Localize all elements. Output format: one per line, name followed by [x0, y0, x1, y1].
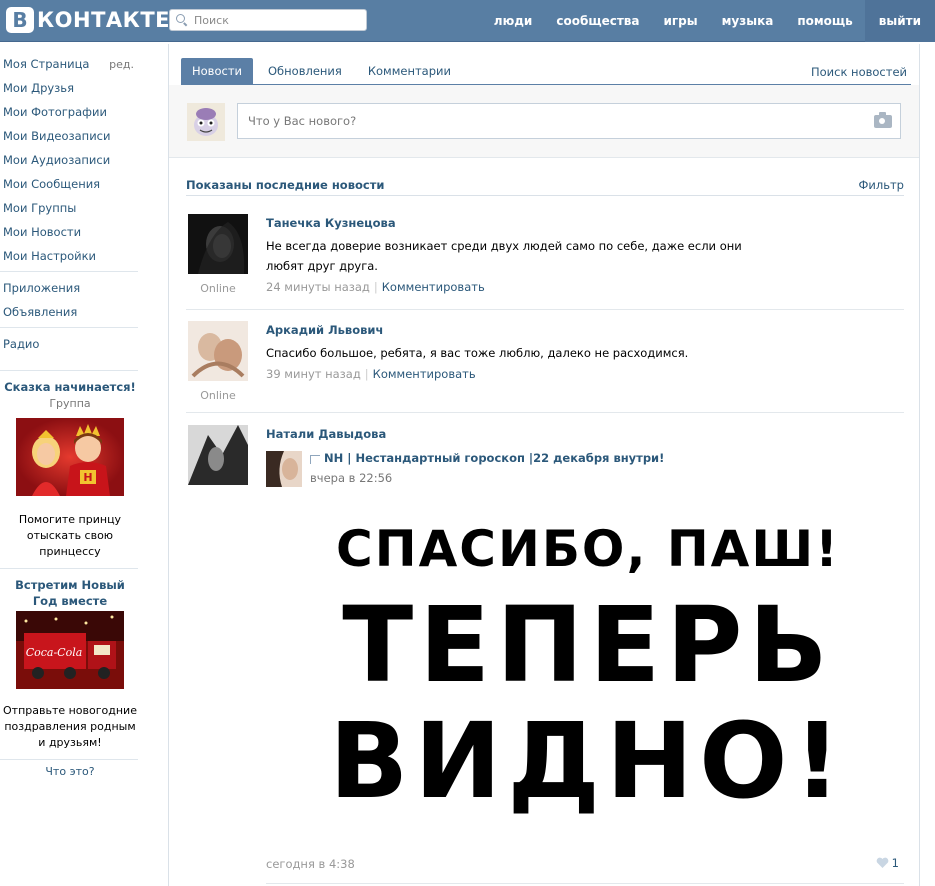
post-divider: [186, 309, 904, 310]
ad-block-newyear[interactable]: Встретим Новый Год вместе Coca-Cola Отпр…: [0, 577, 140, 751]
repost-time[interactable]: вчера в 22:56: [310, 471, 664, 485]
avatar[interactable]: [188, 321, 248, 381]
news-search-link[interactable]: Поиск новостей: [811, 65, 907, 79]
image-line: ТЕПЕРЬ: [342, 584, 834, 706]
feed-post: Online Танечка Кузнецова Не всегда довер…: [188, 214, 904, 314]
feed-post: Натали Давыдова NH | Нестандартный горос…: [188, 425, 904, 865]
menu-audio[interactable]: Мои Аудиозаписи: [0, 148, 140, 172]
nav-help[interactable]: помощь: [785, 0, 864, 42]
feed-header: Показаны последние новости Фильтр: [186, 178, 904, 196]
logout-button[interactable]: выйти: [864, 0, 935, 42]
nav-people[interactable]: люди: [482, 0, 545, 42]
post-author[interactable]: Натали Давыдова: [266, 427, 386, 441]
ad-text[interactable]: Помогите принцу отыскать свою принцессу: [0, 512, 140, 560]
menu-divider: [0, 327, 138, 328]
repost-title[interactable]: NH | Нестандартный гороскоп |22 декабря …: [310, 451, 664, 465]
ad-subtitle: Группа: [49, 397, 91, 410]
left-menu: Моя Страница ред. Мои Друзья Мои Фотогра…: [0, 52, 140, 780]
feed-title: Показаны последние новости: [186, 178, 385, 192]
menu-apps[interactable]: Приложения: [0, 276, 140, 300]
search-box[interactable]: [169, 9, 367, 31]
repost-arrow-icon: [310, 454, 320, 464]
like-button[interactable]: 1: [876, 856, 899, 870]
status-input[interactable]: Что у Вас нового?: [237, 103, 901, 139]
post-author[interactable]: Аркадий Львович: [266, 323, 383, 337]
ad-title[interactable]: Сказка начинается!: [0, 379, 140, 395]
repost-thumbnail[interactable]: [266, 451, 302, 487]
feed-tabs: Новости Обновления Комментарии: [181, 58, 466, 84]
top-nav: люди сообщества игры музыка помощь выйти: [482, 0, 935, 42]
vk-logo-text: КОНТАКТЕ: [37, 8, 171, 32]
repost-body: NH | Нестандартный гороскоп |22 декабря …: [310, 451, 664, 487]
ad-block-fairytale[interactable]: Сказка начинается! Группа H Помогите при…: [0, 379, 140, 560]
post-meta: 39 минут назад | Комментировать: [266, 367, 476, 381]
ad-text[interactable]: Отправьте новогодние поздравления родным…: [0, 703, 140, 751]
menu-divider: [0, 759, 138, 760]
menu-divider: [0, 568, 138, 569]
menu-messages[interactable]: Мои Сообщения: [0, 172, 140, 196]
meta-separator: |: [373, 280, 378, 294]
menu-groups[interactable]: Мои Группы: [0, 196, 140, 220]
vk-logo-letter: В: [6, 7, 34, 33]
search-icon: [176, 14, 188, 26]
menu-divider: [0, 271, 138, 272]
online-status: Online: [200, 389, 236, 402]
menu-news[interactable]: Мои Новости: [0, 220, 140, 244]
top-header: В КОНТАКТЕ люди сообщества игры музыка п…: [0, 0, 935, 42]
menu-settings[interactable]: Мои Настройки: [0, 244, 140, 268]
avatar[interactable]: [188, 425, 248, 485]
nav-games[interactable]: игры: [652, 0, 710, 42]
menu-edit-link[interactable]: ред.: [109, 58, 140, 71]
svg-text:Coca-Cola: Coca-Cola: [26, 646, 83, 659]
post-image[interactable]: СПАСИБО, ПАШ! ТЕПЕРЬ ВИДНО!: [288, 517, 888, 837]
tab-news[interactable]: Новости: [181, 58, 253, 84]
vk-logo[interactable]: В КОНТАКТЕ: [6, 6, 170, 34]
meta-separator: |: [364, 367, 369, 381]
menu-divider: [0, 370, 138, 371]
search-input[interactable]: [194, 13, 354, 27]
ad-image-cartoon[interactable]: H: [16, 418, 124, 496]
menu-ads[interactable]: Объявления: [0, 300, 140, 324]
post-time[interactable]: 39 минут назад: [266, 367, 361, 381]
comment-link[interactable]: Комментировать: [382, 280, 485, 294]
ad-image-truck[interactable]: Coca-Cola: [16, 611, 124, 689]
avatar[interactable]: [187, 103, 225, 141]
comment-link[interactable]: Комментировать: [373, 367, 476, 381]
camera-icon[interactable]: [874, 112, 892, 128]
menu-radio[interactable]: Радио: [0, 332, 140, 356]
like-count: 1: [891, 856, 899, 870]
tab-comments[interactable]: Комментарии: [357, 58, 462, 84]
avatar[interactable]: [188, 214, 248, 274]
what-is-this-link[interactable]: Что это?: [0, 764, 140, 780]
news-feed-panel: Новости Обновления Комментарии Поиск нов…: [168, 44, 920, 886]
nav-communities[interactable]: сообщества: [544, 0, 651, 42]
menu-my-page[interactable]: Моя Страница ред.: [0, 52, 140, 76]
post-divider: [186, 412, 904, 413]
post-time[interactable]: сегодня в 4:38: [266, 857, 355, 871]
repost-title-text[interactable]: NH | Нестандартный гороскоп |22 декабря …: [324, 451, 664, 465]
menu-videos[interactable]: Мои Видеозаписи: [0, 124, 140, 148]
post-meta: 24 минуты назад | Комментировать: [266, 280, 485, 294]
post-divider: [266, 883, 904, 884]
image-line: СПАСИБО, ПАШ!: [336, 520, 840, 578]
ad-title[interactable]: Встретим Новый Год вместе: [0, 577, 140, 609]
post-text: Спасибо большое, ребята, я вас тоже любл…: [266, 346, 689, 360]
post-author[interactable]: Танечка Кузнецова: [266, 216, 396, 230]
status-placeholder: Что у Вас нового?: [248, 114, 357, 128]
menu-photos[interactable]: Мои Фотографии: [0, 100, 140, 124]
nav-music[interactable]: музыка: [710, 0, 786, 42]
status-composer: Что у Вас нового?: [169, 85, 919, 158]
online-status: Online: [200, 282, 236, 295]
menu-friends[interactable]: Мои Друзья: [0, 76, 140, 100]
post-time[interactable]: 24 минуты назад: [266, 280, 370, 294]
image-line: ВИДНО!: [329, 700, 847, 822]
post-text: Не всегда доверие возникает среди двух л…: [266, 239, 742, 273]
tab-updates[interactable]: Обновления: [257, 58, 353, 84]
repost-block: NH | Нестандартный гороскоп |22 декабря …: [266, 451, 664, 487]
feed-post: Online Аркадий Львович Спасибо большое, …: [188, 321, 904, 411]
heart-icon: [876, 857, 888, 868]
menu-my-page-label[interactable]: Моя Страница: [3, 57, 89, 71]
filter-link[interactable]: Фильтр: [858, 178, 904, 192]
svg-text:H: H: [83, 471, 92, 484]
